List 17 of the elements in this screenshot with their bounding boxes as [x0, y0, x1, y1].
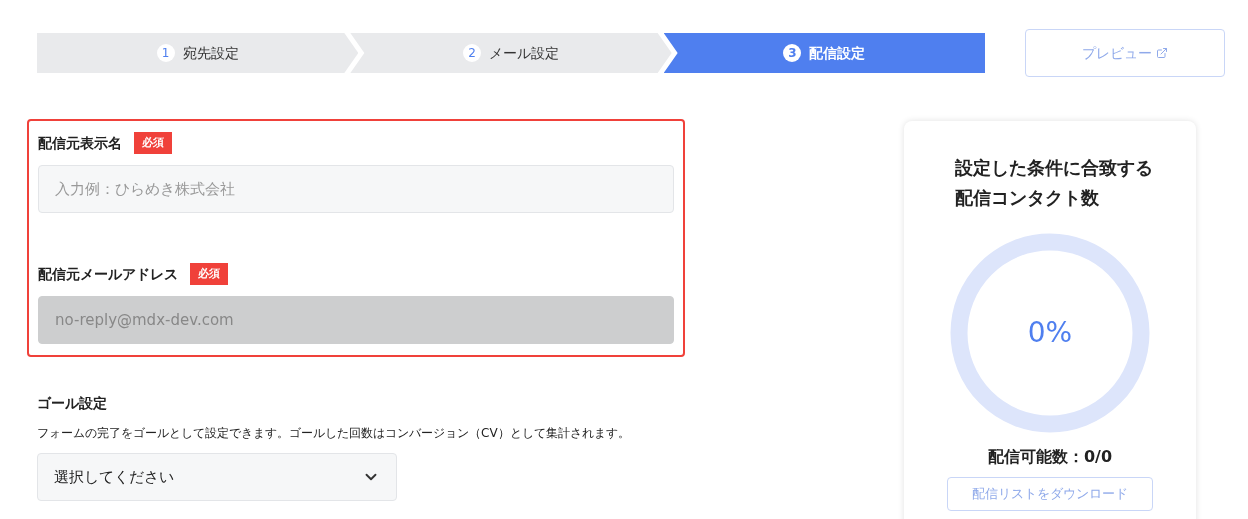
required-badge: 必須 — [134, 131, 172, 155]
summary-title: 設定した条件に合致する — [955, 156, 1154, 180]
step-tab[interactable]: 2 メール設定 — [350, 33, 672, 73]
required-badge: 必須 — [190, 262, 228, 286]
step-tab[interactable]: 3 配信設定 — [663, 33, 985, 73]
section-title: ゴール設定 — [37, 394, 108, 413]
field-label: 配信元表示名 — [38, 133, 122, 153]
step-tab[interactable]: 1 宛先設定 — [37, 33, 359, 73]
input-field[interactable]: 入力例：ひらめき株式会社 — [38, 165, 674, 213]
external-link-icon — [1156, 47, 1168, 59]
field-label: 配信元メールアドレス — [38, 264, 178, 284]
description-text: フォームの完了をゴールとして設定できます。ゴールした回数はコンバージョン（CV）として集計されます。 — [37, 425, 631, 442]
goal-select[interactable]: 選択してください — [37, 453, 397, 501]
count-text: 配信可能数：0/0 — [987, 446, 1113, 468]
download-button[interactable]: 配信リストをダウンロード — [947, 477, 1153, 511]
percent-value: 0% — [1027, 315, 1073, 351]
summary-title: 配信コンタクト数 — [955, 186, 1100, 210]
